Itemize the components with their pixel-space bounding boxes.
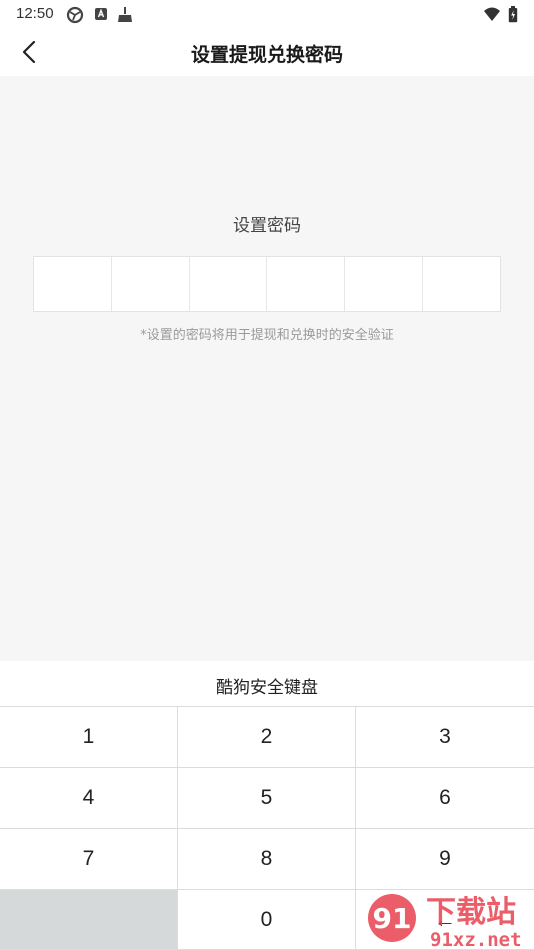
status-bar: 12:50 <box>0 0 534 28</box>
password-digit-box-2[interactable] <box>112 257 190 311</box>
page-title: 设置提现兑换密码 <box>190 44 343 66</box>
key-6[interactable]: 6 <box>356 768 534 829</box>
password-digit-box-1[interactable] <box>34 257 112 311</box>
key-blank <box>0 890 178 950</box>
key-8[interactable]: 8 <box>178 829 356 890</box>
main-content: 设置密码 *设置的密码将用于提现和兑换时的安全验证 <box>0 76 534 661</box>
wifi-icon <box>483 6 501 22</box>
key-7[interactable]: 7 <box>0 829 178 890</box>
password-hint: *设置的密码将用于提现和兑换时的安全验证 <box>140 328 394 343</box>
key-2[interactable]: 2 <box>178 707 356 768</box>
battery-icon <box>508 6 518 23</box>
password-digit-box-6[interactable] <box>423 257 500 311</box>
password-input[interactable] <box>33 256 501 312</box>
header: 设置提现兑换密码 <box>0 28 534 76</box>
a-badge-icon <box>94 6 108 22</box>
sync-icon <box>66 6 84 24</box>
key-3[interactable]: 3 <box>356 707 534 768</box>
status-time: 12:50 <box>16 5 54 22</box>
key-5[interactable]: 5 <box>178 768 356 829</box>
key-1[interactable]: 1 <box>0 707 178 768</box>
key-0[interactable]: 0 <box>178 890 356 950</box>
key-4[interactable]: 4 <box>0 768 178 829</box>
broom-icon <box>116 6 134 22</box>
numeric-keypad: 1 2 3 4 5 6 7 8 9 0 ← <box>0 707 534 950</box>
password-digit-box-4[interactable] <box>267 257 346 311</box>
keyboard-title-bar: 酷狗安全键盘 <box>0 661 534 707</box>
key-9[interactable]: 9 <box>356 829 534 890</box>
keyboard-title: 酷狗安全键盘 <box>216 678 318 698</box>
password-label: 设置密码 <box>233 216 301 236</box>
password-digit-box-3[interactable] <box>190 257 268 311</box>
delete-key[interactable]: ← <box>356 890 534 950</box>
password-digit-box-5[interactable] <box>345 257 424 311</box>
